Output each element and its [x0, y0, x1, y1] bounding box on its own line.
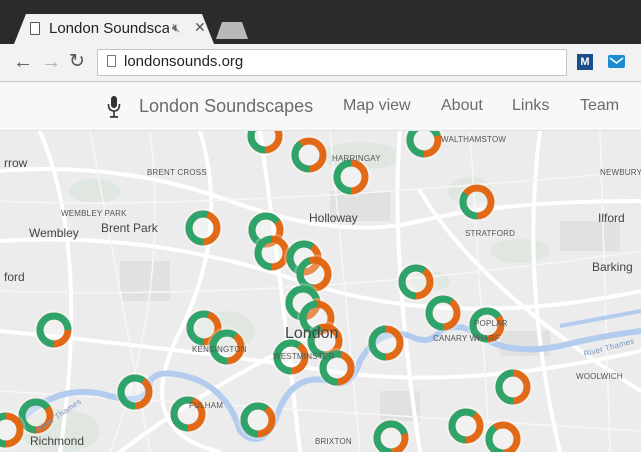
map-label: WALTHAMSTOW — [441, 135, 507, 144]
extension-mail-icon[interactable] — [608, 55, 625, 68]
map-label: Holloway — [309, 211, 358, 225]
map-label: CANARY WHARF — [433, 334, 501, 343]
map-label: Wembley — [29, 226, 79, 240]
sound-marker[interactable] — [404, 131, 444, 160]
sound-marker[interactable] — [396, 262, 436, 302]
reload-icon[interactable]: ↻ — [69, 52, 85, 72]
sound-map[interactable]: WALTHAMSTOW HARRINGAY rrow BRENT CROSS N… — [0, 131, 641, 452]
map-label: STRATFORD — [465, 229, 516, 238]
sound-marker[interactable] — [34, 310, 74, 350]
extension-m-icon[interactable]: M — [577, 54, 593, 70]
sound-marker[interactable] — [289, 135, 329, 175]
sound-marker[interactable] — [331, 157, 371, 197]
map-label: FULHAM — [189, 401, 224, 410]
nav-link-map-view[interactable]: Map view — [343, 97, 411, 115]
map-label: KENSINGTON — [192, 345, 247, 354]
forward-arrow-icon[interactable]: → — [41, 52, 61, 72]
tab-title: London Soundscapes — [49, 20, 169, 37]
sound-marker[interactable] — [493, 367, 533, 407]
map-label: WESTMINSTER — [273, 352, 335, 361]
map-label: Richmond — [30, 434, 85, 448]
sound-marker[interactable] — [457, 182, 497, 222]
map-label: Ilford — [598, 211, 625, 225]
sound-marker[interactable] — [423, 293, 463, 333]
nav-link-about[interactable]: About — [441, 97, 483, 115]
sound-marker[interactable] — [115, 372, 155, 412]
map-label: ford — [4, 270, 25, 284]
page-file-icon — [30, 22, 40, 35]
sound-marker[interactable] — [183, 208, 223, 248]
page-info-icon[interactable] — [107, 55, 116, 67]
map-label: WEMBLEY PARK — [61, 209, 127, 218]
map-label: POPLAR — [474, 319, 508, 328]
back-arrow-icon[interactable]: ← — [13, 52, 33, 72]
map-base-layer — [0, 131, 641, 452]
microphone-icon — [107, 95, 121, 119]
sound-marker[interactable] — [245, 131, 285, 156]
nav-link-links[interactable]: Links — [512, 97, 549, 115]
map-label: HARRINGAY — [332, 154, 381, 163]
tab-close-icon[interactable]: ✕ — [194, 19, 206, 36]
sound-marker[interactable] — [371, 418, 411, 452]
map-label: rrow — [4, 156, 28, 170]
nav-link-team[interactable]: Team — [580, 97, 619, 115]
map-label: Barking — [592, 260, 633, 274]
map-label: BRIXTON — [315, 437, 352, 446]
address-bar-url: londonsounds.org — [124, 53, 244, 70]
map-label: WOOLWICH — [576, 372, 623, 381]
sound-marker[interactable] — [366, 323, 406, 363]
site-brand[interactable]: London Soundscapes — [139, 96, 313, 117]
sound-marker[interactable] — [168, 394, 208, 434]
map-label: BRENT CROSS — [147, 168, 207, 177]
sound-marker[interactable] — [446, 406, 486, 446]
map-label: NEWBURY — [600, 168, 641, 177]
map-label: Brent Park — [101, 221, 158, 235]
tab-mute-icon[interactable]: 🔇︎ — [172, 20, 180, 36]
sound-marker[interactable] — [238, 400, 278, 440]
map-label-london: London — [285, 325, 339, 342]
